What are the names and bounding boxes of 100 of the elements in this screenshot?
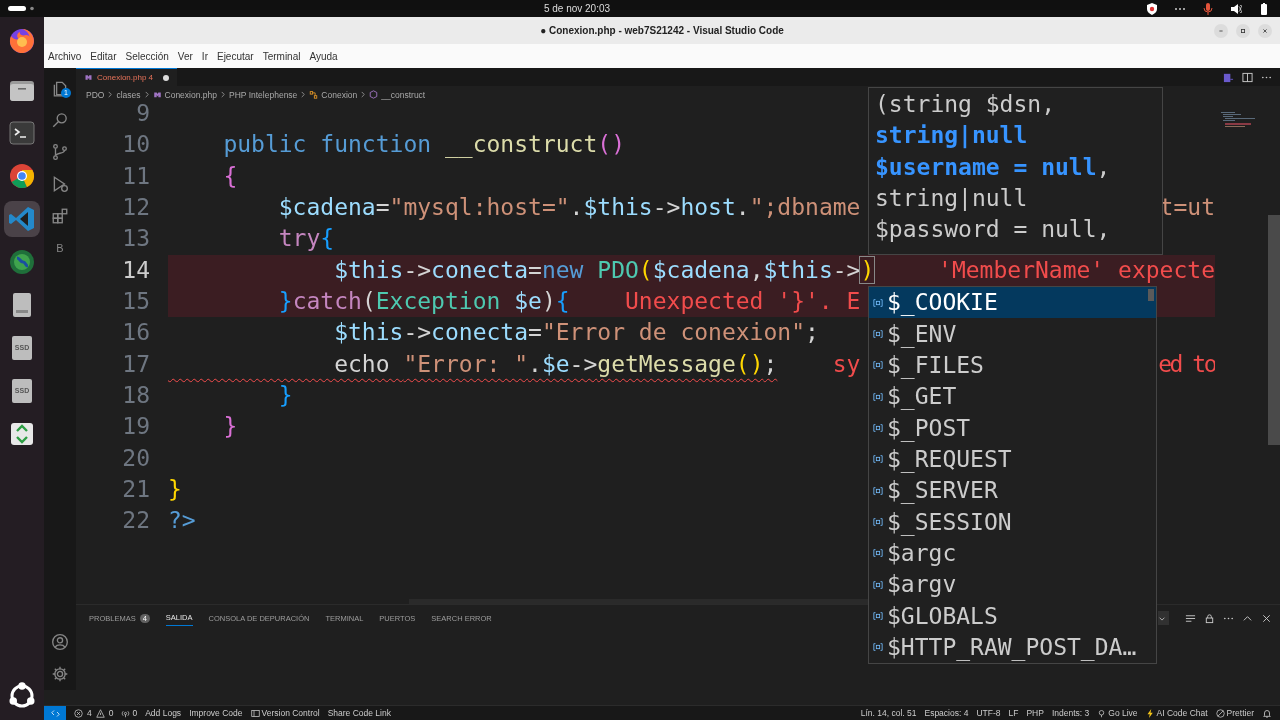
line-number: 20 bbox=[121, 443, 151, 473]
status-item[interactable]: Share Code Link bbox=[327, 706, 391, 720]
status-item[interactable]: Go Live bbox=[1097, 706, 1138, 720]
search-icon[interactable] bbox=[51, 111, 69, 129]
suggestion-item[interactable]: $GLOBALS bbox=[869, 600, 1156, 632]
maximize-button[interactable] bbox=[1236, 23, 1250, 38]
menu-item[interactable]: Ir bbox=[201, 48, 208, 64]
scrollbar-thumb[interactable] bbox=[409, 599, 869, 605]
list-icon[interactable] bbox=[1185, 612, 1196, 624]
scrollbar-thumb[interactable] bbox=[1268, 214, 1280, 445]
menu-item[interactable]: Terminal bbox=[262, 48, 301, 64]
php-file-icon bbox=[84, 73, 93, 82]
chevron-icon bbox=[300, 91, 307, 99]
bell-icon[interactable] bbox=[1262, 708, 1272, 718]
variable-icon bbox=[873, 297, 883, 308]
fox-browser-icon bbox=[7, 26, 37, 56]
breadcrumb-item[interactable]: Conexion bbox=[321, 88, 358, 102]
status-item[interactable]: Add Logs bbox=[145, 706, 182, 720]
problems-status[interactable]: 4 0 bbox=[74, 706, 114, 720]
status-item[interactable]: Lín. 14, col. 51 bbox=[860, 706, 917, 720]
matched-bracket: ) bbox=[860, 256, 875, 283]
play-icon[interactable] bbox=[51, 175, 69, 193]
preview-icon[interactable] bbox=[1223, 71, 1234, 83]
line-number: 9 bbox=[135, 103, 151, 128]
menu-item[interactable]: Archivo bbox=[48, 48, 82, 64]
close-icon bbox=[1261, 26, 1269, 35]
code-editor-icon bbox=[7, 204, 37, 234]
output-dropdown[interactable] bbox=[1158, 611, 1169, 626]
suggestion-item[interactable]: $_FILES bbox=[869, 349, 1156, 381]
line-number: 19 bbox=[121, 412, 151, 442]
remote-button[interactable] bbox=[44, 705, 66, 720]
menu-item[interactable]: Ejecutar bbox=[216, 48, 254, 64]
variable-icon bbox=[873, 516, 883, 527]
suggestion-item[interactable]: $argc bbox=[869, 537, 1156, 569]
lightning-icon bbox=[1145, 708, 1155, 718]
line-number: 10 bbox=[121, 130, 151, 160]
code-line: { bbox=[222, 161, 238, 191]
blocks-icon[interactable] bbox=[51, 207, 69, 225]
suggestion-item[interactable]: $HTTP_RAW_POST_DA… bbox=[869, 631, 1156, 663]
menu-item[interactable]: Selección bbox=[125, 48, 169, 64]
battery-icon[interactable] bbox=[1258, 1, 1270, 16]
code-line: ?> bbox=[168, 506, 196, 536]
status-item[interactable]: UTF-8 bbox=[976, 706, 1001, 720]
split-editor-icon[interactable] bbox=[1242, 71, 1253, 83]
activity-item[interactable]: B bbox=[44, 232, 76, 264]
files-icon[interactable] bbox=[51, 79, 69, 97]
breadcrumb-item[interactable]: __construct bbox=[381, 88, 426, 102]
suggestion-item[interactable]: $_COOKIE bbox=[869, 287, 1156, 319]
breadcrumb-item[interactable]: PHP Intelephense bbox=[229, 88, 298, 102]
scrollbar-thumb[interactable] bbox=[1148, 289, 1154, 301]
close-button[interactable] bbox=[1258, 23, 1272, 38]
menu-item[interactable]: Editar bbox=[90, 48, 117, 64]
signature-text: string|null bbox=[875, 121, 1029, 151]
suggestion-item[interactable]: $_ENV bbox=[869, 318, 1156, 350]
volume-icon[interactable] bbox=[1230, 1, 1242, 16]
status-item[interactable]: PHP bbox=[1026, 706, 1044, 720]
line-number: 15 bbox=[121, 286, 151, 316]
code-line: public function __construct() bbox=[222, 130, 625, 160]
broadcast-icon bbox=[1097, 708, 1107, 718]
variable-icon bbox=[873, 391, 883, 402]
status-item[interactable]: LF bbox=[1008, 706, 1019, 720]
shield-icon[interactable] bbox=[1146, 1, 1158, 16]
menu-item[interactable]: Ver bbox=[177, 48, 193, 64]
breadcrumb-item[interactable]: Conexion.php bbox=[164, 88, 217, 102]
line-number: 11 bbox=[121, 161, 151, 191]
code-line: echo "Error: ".$e->getMessage(); bbox=[333, 349, 778, 379]
breadcrumb-item[interactable]: PDO bbox=[86, 88, 105, 102]
microphone-icon[interactable] bbox=[1202, 1, 1214, 16]
settings-icon[interactable] bbox=[51, 665, 69, 683]
suggestion-item[interactable]: $_SESSION bbox=[869, 506, 1156, 538]
lock-icon[interactable] bbox=[1204, 612, 1215, 624]
warning-icon bbox=[95, 708, 105, 718]
editor-tab[interactable]: Conexion.php 4 bbox=[76, 68, 178, 86]
code-line: }catch(Exception $e){ bbox=[277, 286, 570, 316]
status-item[interactable]: Version Control bbox=[250, 706, 320, 720]
variable-icon bbox=[873, 610, 883, 621]
class-icon bbox=[309, 90, 319, 100]
status-item[interactable]: Indents: 3 bbox=[1051, 706, 1090, 720]
suggestion-item[interactable]: $_REQUEST bbox=[869, 443, 1156, 475]
status-item[interactable]: AI Code Chat bbox=[1145, 706, 1208, 720]
status-item[interactable]: Prettier bbox=[1215, 706, 1254, 720]
code-line: $this->conecta="Error de conexion"; bbox=[333, 318, 819, 348]
suggestion-item[interactable]: $argv bbox=[869, 568, 1156, 601]
account-icon[interactable] bbox=[51, 633, 69, 651]
signature-text: (string $dsn, bbox=[875, 90, 1056, 119]
status-item[interactable]: 0 bbox=[121, 706, 138, 720]
workspace-indicator-icon[interactable] bbox=[8, 5, 34, 12]
line-number: 13 bbox=[121, 224, 151, 254]
status-item[interactable]: Improve Code bbox=[189, 706, 243, 720]
suggestion-item[interactable]: $_POST bbox=[869, 412, 1156, 444]
suggestion-item[interactable]: $_SERVER bbox=[869, 474, 1156, 507]
status-item[interactable]: Espacios: 4 bbox=[924, 706, 969, 720]
close-icon[interactable] bbox=[1261, 612, 1272, 624]
line-number: 14 bbox=[121, 255, 151, 285]
suggestion-item[interactable]: $_GET bbox=[869, 381, 1156, 413]
branch-icon[interactable] bbox=[51, 143, 69, 161]
breadcrumb-item[interactable]: clases bbox=[116, 88, 141, 102]
variable-icon bbox=[873, 422, 883, 433]
clock-text[interactable]: 5 de nov 20:03 bbox=[543, 3, 611, 14]
menu-item[interactable]: Ayuda bbox=[309, 48, 338, 64]
